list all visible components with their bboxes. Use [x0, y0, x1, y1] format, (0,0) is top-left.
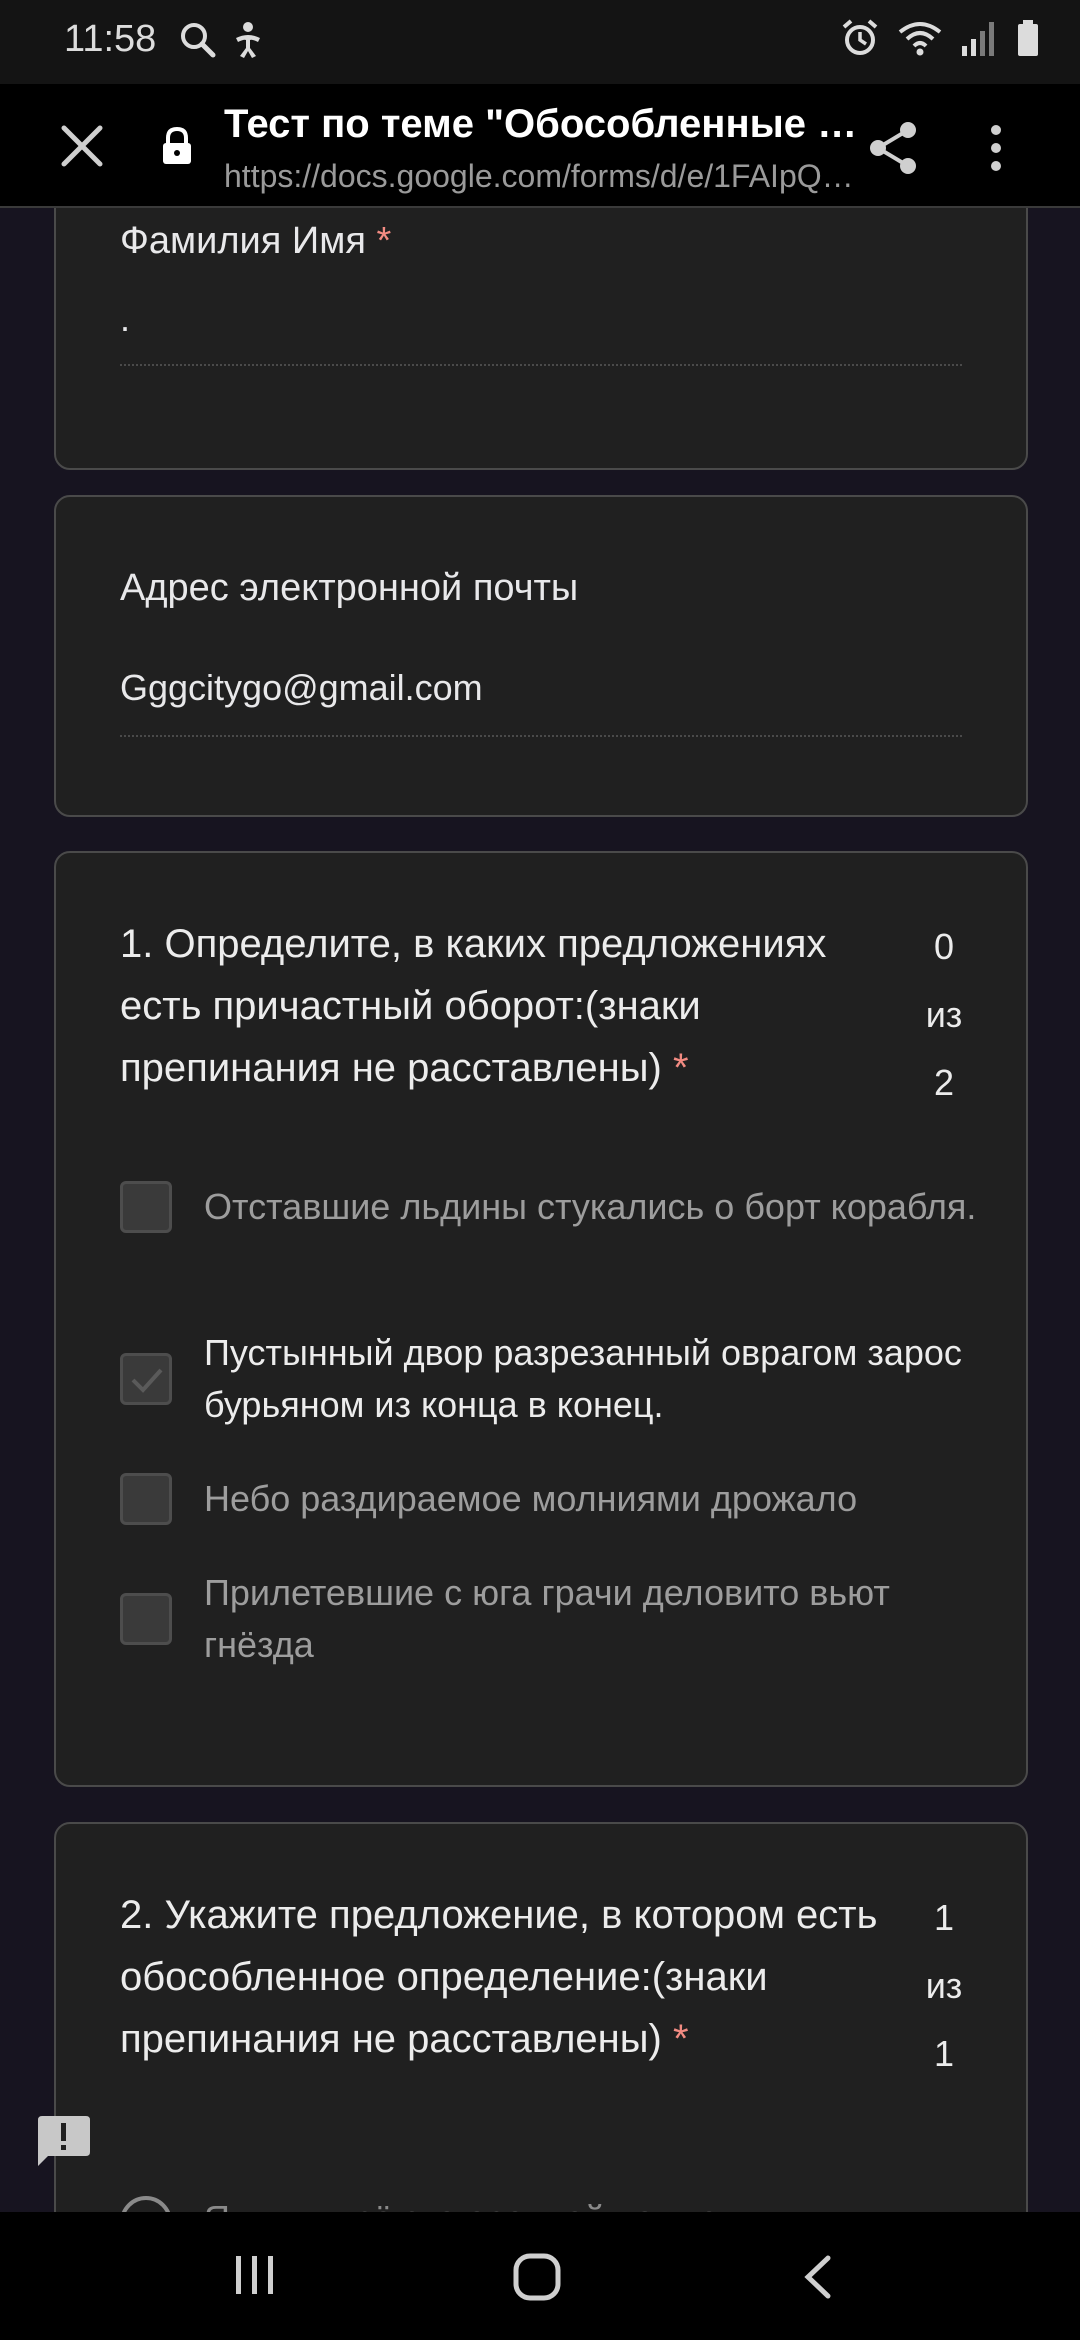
wifi-icon: [898, 18, 942, 63]
question1-option[interactable]: Пустынный двор разрезанный оврагом зарос…: [120, 1327, 980, 1431]
question1-option[interactable]: Небо раздираемое молниями дрожало: [120, 1473, 980, 1525]
email-card: Адрес электронной почты Gggcitygo@gmail.…: [54, 495, 1028, 817]
option-label: Отставшие льдины стукались о борт корабл…: [204, 1186, 977, 1227]
home-icon[interactable]: [512, 2252, 562, 2307]
name-label: Фамилия Имя *: [120, 220, 392, 262]
alarm-icon: [840, 18, 880, 63]
question1-text: 1. Определите, в каких предложениях есть…: [120, 922, 827, 1090]
email-label: Адрес электронной почты: [120, 567, 579, 609]
lock-icon[interactable]: [160, 126, 194, 166]
page-url[interactable]: https://docs.google.com/forms/d/e/1FAIpQ…: [224, 158, 864, 195]
question1-score: 0 из 2: [925, 926, 963, 1103]
question1-card: 1. Определите, в каких предложениях есть…: [54, 851, 1028, 1787]
status-time: 11:58: [64, 18, 157, 60]
question2-card: 2. Укажите предложение, в котором есть о…: [54, 1822, 1028, 2212]
question2-score: 1 из 1: [925, 1897, 963, 2074]
required-asterisk: *: [376, 220, 392, 262]
option-label: Я пишу всё это осенней ночью: [204, 2198, 718, 2212]
search-icon: [178, 20, 218, 65]
radio-button[interactable]: [120, 2196, 172, 2212]
option-label: Небо раздираемое молниями дрожало: [204, 1478, 858, 1519]
more-vert-icon[interactable]: [976, 118, 1016, 178]
navigation-bar: [0, 2212, 1080, 2340]
share-icon[interactable]: [866, 120, 922, 176]
question2-text: 2. Укажите предложение, в котором есть о…: [120, 1893, 878, 2061]
check-icon: [131, 1368, 163, 1393]
option-label: Прилетевшие с юга грачи деловито вьют гн…: [204, 1572, 890, 1665]
question1-option[interactable]: Отставшие льдины стукались о борт корабл…: [120, 1181, 980, 1233]
name-card: Фамилия Имя * .: [54, 208, 1028, 470]
required-asterisk: *: [672, 2017, 689, 2061]
recent-apps-icon[interactable]: [232, 2252, 278, 2303]
battery-icon: [1016, 18, 1040, 63]
back-icon[interactable]: [796, 2252, 842, 2307]
checkbox[interactable]: [120, 1593, 172, 1645]
status-bar: 11:58: [0, 0, 1080, 84]
signal-icon: [960, 18, 998, 63]
feedback-icon[interactable]: [34, 2114, 92, 2168]
close-icon[interactable]: [54, 118, 110, 174]
checkbox-checked[interactable]: [120, 1353, 172, 1405]
question1-option[interactable]: Прилетевшие с юга грачи деловито вьют гн…: [120, 1567, 980, 1671]
name-answer: .: [120, 298, 962, 366]
accessibility-icon: [228, 20, 268, 65]
required-asterisk: *: [672, 1046, 689, 1090]
page-title[interactable]: Тест по теме "Обособленные чл…: [224, 102, 864, 147]
option-label: Пустынный двор разрезанный оврагом зарос…: [204, 1332, 962, 1425]
checkbox[interactable]: [120, 1181, 172, 1233]
custom-tab-toolbar: Тест по теме "Обособленные чл… https://d…: [0, 84, 1080, 208]
form-content[interactable]: Фамилия Имя * . Адрес электронной почты …: [0, 208, 1080, 2212]
status-right-icons: [840, 18, 1040, 63]
checkbox[interactable]: [120, 1473, 172, 1525]
email-answer: Gggcitygo@gmail.com: [120, 667, 962, 737]
